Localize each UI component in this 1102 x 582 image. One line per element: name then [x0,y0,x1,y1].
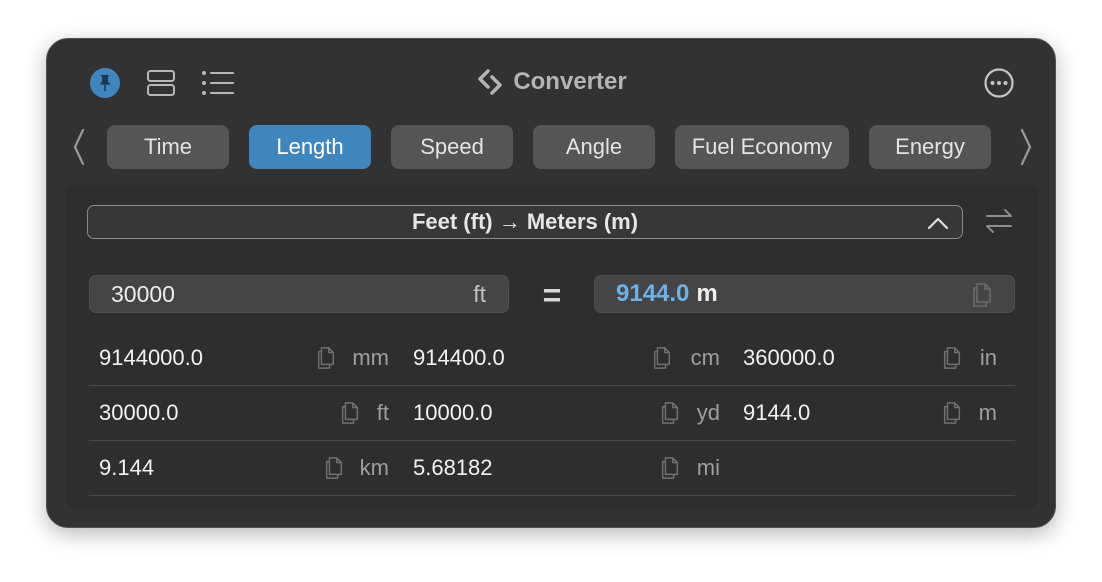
swap-units-button[interactable] [981,203,1017,239]
result-value: 9144.0 [616,280,690,307]
copy-icon[interactable] [651,345,673,371]
conversion-select[interactable]: Feet (ft) → Meters (m) [87,205,963,239]
result-cell-cm-value[interactable]: 914400.0 [413,331,505,385]
list-view-button[interactable] [198,66,238,100]
window-title: Converter [513,68,627,95]
copy-icon[interactable] [315,345,337,371]
converter-window: Converter Time Length Speed Angle Fuel E… [46,38,1056,528]
list-icon [202,71,234,95]
swap-arrows-icon [986,209,1012,233]
tab-angle[interactable]: Angle [533,125,655,169]
table-row: 9144000.0 mm 914400.0 cm 360000.0 in [89,331,1015,386]
result-cell-mm-value[interactable]: 9144000.0 [99,331,203,385]
result-cell-ft-unit: ft [376,400,389,425]
result-cell-km-unit: km [359,455,389,480]
result-cell-mi-value[interactable]: 5.68182 [413,441,493,495]
result-unit: m [696,280,718,307]
category-tabs: Time Length Speed Angle Fuel Economy Ene… [65,125,1039,169]
layout-toggle-button[interactable] [143,66,179,100]
copy-icon[interactable] [339,400,361,426]
unit-results-grid: 9144000.0 mm 914400.0 cm 360000.0 in 300… [89,331,1015,496]
equals-sign: = [542,276,562,313]
scroll-left-button[interactable] [68,127,90,167]
result-cell-in-value[interactable]: 360000.0 [743,331,835,385]
result-cell-mm-unit: mm [352,345,389,370]
result-cell-ft-value[interactable]: 30000.0 [99,386,179,440]
value-input-box: ft [89,275,509,313]
result-cell-yd-value[interactable]: 10000.0 [413,386,493,440]
copy-result-icon[interactable] [970,281,994,309]
chevron-left-icon [73,128,85,166]
value-input[interactable] [90,275,474,313]
result-cell-mi-unit: mi [696,455,720,480]
copy-icon[interactable] [941,345,963,371]
copy-icon[interactable] [941,400,963,426]
tab-time[interactable]: Time [107,125,229,169]
table-row: 9.144 km 5.68182 mi [89,441,1015,496]
tab-fuel-economy[interactable]: Fuel Economy [675,125,849,169]
result-cell-m-value[interactable]: 9144.0 [743,386,810,440]
result-cell-in-unit: in [979,345,997,370]
layout-stack-icon [147,70,175,96]
tab-length[interactable]: Length [249,125,371,169]
conversion-panel: Feet (ft) → Meters (m) ft = 9144.0 m [67,185,1037,509]
pin-button[interactable] [87,66,123,100]
result-cell-m-unit: m [978,400,997,425]
table-row: 30000.0 ft 10000.0 yd 9144.0 m [89,386,1015,441]
scroll-right-button[interactable] [1015,127,1037,167]
copy-icon[interactable] [659,455,681,481]
copy-icon[interactable] [323,455,345,481]
pin-icon [90,68,120,98]
chevron-right-icon [1020,128,1032,166]
copy-icon[interactable] [659,400,681,426]
tab-speed[interactable]: Speed [391,125,513,169]
input-unit-label: ft [473,280,486,307]
result-cell-km-value[interactable]: 9.144 [99,441,154,495]
conversion-label: Feet (ft) → Meters (m) [411,209,639,234]
more-options-button[interactable] [981,65,1017,101]
converter-logo-icon [478,69,503,95]
result-cell-yd-unit: yd [696,400,720,425]
result-box: 9144.0 m [594,275,1015,313]
more-options-icon [984,68,1014,98]
tab-energy[interactable]: Energy [869,125,991,169]
chevron-up-icon [927,217,949,230]
result-cell-cm-unit: cm [690,345,720,370]
